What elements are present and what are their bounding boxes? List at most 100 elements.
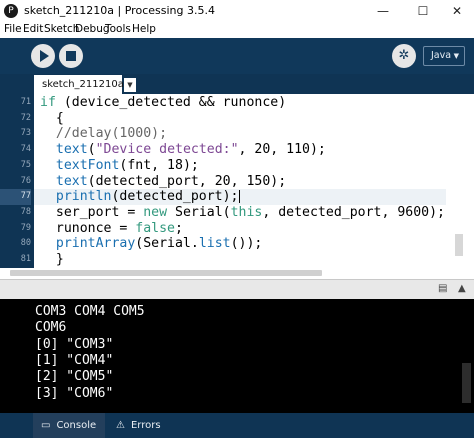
code-line[interactable]: printArray(Serial.list()); — [40, 236, 452, 252]
code-line[interactable]: println(detected_port); — [34, 189, 446, 205]
code-token: runonce = — [55, 220, 136, 236]
code-token: ( — [87, 142, 96, 158]
line-number: 74 — [20, 144, 31, 155]
code-token: , detected_port, 9600); — [262, 204, 445, 220]
debug-button[interactable]: ✲ — [392, 44, 416, 68]
maximize-button[interactable]: ☐ — [406, 0, 440, 22]
console-line: COM3 COM4 COM5 — [35, 304, 145, 319]
editor-horizontal-scroll-thumb[interactable] — [10, 270, 322, 276]
editor-vertical-scroll-thumb[interactable] — [455, 234, 463, 256]
toolbar: ✲ Java ▼ — [0, 38, 474, 74]
line-number: 78 — [20, 206, 31, 217]
code-token: println — [55, 189, 112, 205]
collapse-icon[interactable]: ▲ — [458, 283, 466, 294]
code-token: (detected_port); — [111, 189, 239, 205]
line-number: 76 — [20, 175, 31, 186]
errors-tab-label: Errors — [130, 420, 161, 431]
console-output: COM3 COM4 COM5 COM6 [0] "COM3" [1] "COM4" [2… — [0, 299, 474, 413]
code-line[interactable]: text("Device detected:", 20, 110); — [40, 142, 452, 158]
code-token: if — [40, 95, 56, 110]
mode-label: Java — [431, 50, 452, 61]
console-tab[interactable]: ▭ Console — [33, 413, 105, 438]
code-token: text — [55, 142, 88, 158]
code-line[interactable]: textFont(fnt, 18); — [40, 158, 452, 174]
menu-tools[interactable]: Tools — [105, 23, 131, 35]
title-bar: P sketch_211210a | Processing 3.5.4 — ☐ … — [0, 0, 474, 22]
mode-selector[interactable]: Java ▼ — [423, 46, 465, 66]
code-token: Serial( — [167, 204, 231, 220]
console-header: ▤ ▲ — [0, 279, 474, 299]
butterfly-icon: ✲ — [398, 48, 410, 63]
code-line[interactable]: } — [40, 252, 452, 268]
menu-help[interactable]: Help — [132, 23, 156, 35]
play-icon — [40, 50, 49, 62]
code-token: false — [135, 220, 175, 236]
code-line[interactable]: if (device_detected && runonce) — [40, 95, 452, 111]
code-token: "Device detected:" — [95, 142, 239, 158]
code-line[interactable]: ser_port = new Serial(this, detected_por… — [40, 205, 452, 221]
tab-menu-arrow-icon[interactable]: ▼ — [124, 78, 136, 92]
line-number: 81 — [20, 254, 31, 264]
line-number: 80 — [20, 238, 31, 249]
text-cursor — [238, 189, 240, 203]
code-token: (device_detected && runonce) — [55, 95, 287, 110]
console-line: [0] "COM3" — [35, 336, 114, 352]
code-token: } — [55, 252, 64, 267]
code-token: ; — [175, 220, 183, 236]
menu-file[interactable]: File — [4, 23, 22, 35]
code-line[interactable]: //delay(1000); — [40, 126, 452, 142]
console-line: COM6 — [35, 320, 67, 336]
code-token: (fnt, 18); — [119, 157, 199, 173]
line-number: 72 — [20, 112, 31, 123]
code-editor[interactable]: 71 72 73 74 75 76 77 78 79 80 81 if (device_detect… — [0, 94, 474, 268]
errors-tab[interactable]: ⚠ Errors — [110, 413, 180, 438]
code-token: (Serial. — [135, 236, 199, 252]
code-token: ser_port = — [55, 204, 144, 220]
copy-icon[interactable]: ▤ — [438, 283, 447, 294]
warning-icon: ⚠ — [116, 420, 125, 431]
code-line[interactable]: { — [40, 111, 452, 127]
code-line[interactable]: text(detected_port, 20, 150); — [40, 174, 452, 190]
line-number: 75 — [20, 159, 31, 170]
close-button[interactable]: ✕ — [440, 0, 474, 22]
line-number: 71 — [20, 97, 31, 107]
code-token: new — [143, 204, 168, 220]
console-line: [3] "COM6" — [35, 385, 114, 401]
code-token: text — [55, 173, 88, 189]
code-token: list — [198, 236, 231, 252]
code-token: (detected_port, 20, 150); — [87, 173, 287, 189]
console-tab-label: Console — [56, 420, 97, 431]
tab-sketch[interactable]: sketch_211210a — [34, 75, 124, 94]
code-token: printArray — [55, 236, 136, 252]
code-token: this — [230, 204, 263, 220]
line-number: 73 — [20, 128, 31, 139]
code-token: //delay(1000); — [55, 126, 168, 142]
code-line[interactable]: runonce = false; — [40, 221, 452, 237]
line-number: 79 — [20, 222, 31, 233]
stop-button[interactable] — [59, 44, 83, 68]
processing-logo-icon: P — [4, 4, 18, 18]
line-number-gutter: 71 72 73 74 75 76 77 78 79 80 81 — [0, 94, 34, 268]
console-line: [1] "COM4" — [35, 352, 114, 368]
menu-bar: File Edit Sketch Debug Tools Help — [0, 22, 474, 38]
code-token: { — [55, 110, 64, 126]
console-icon: ▭ — [41, 420, 51, 431]
window-title: sketch_211210a | Processing 3.5.4 — [24, 4, 215, 17]
bottom-tab-bar: ▭ Console ⚠ Errors — [0, 413, 474, 438]
line-number: 77 — [0, 189, 31, 205]
stop-icon — [66, 51, 76, 61]
run-button[interactable] — [31, 44, 55, 68]
minimize-button[interactable]: — — [366, 0, 400, 22]
console-scrollbar[interactable] — [462, 363, 471, 403]
menu-edit[interactable]: Edit — [23, 23, 43, 35]
